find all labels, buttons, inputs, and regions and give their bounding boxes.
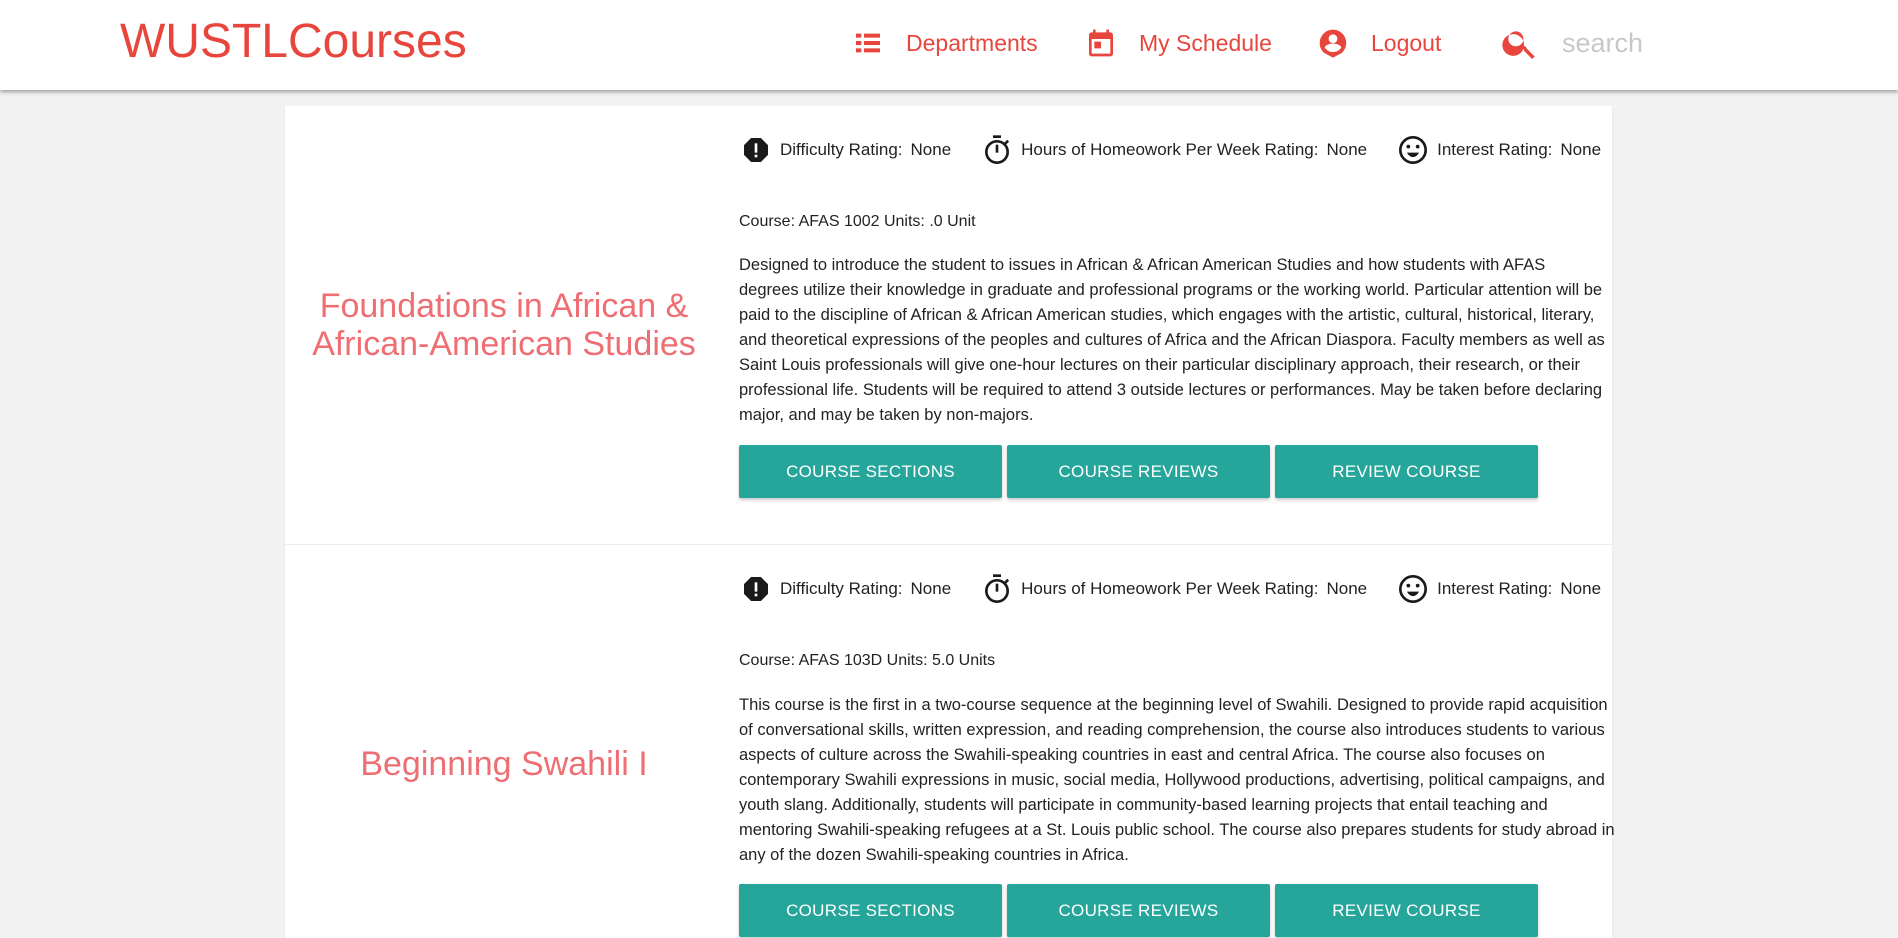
interest-value: None — [1560, 140, 1602, 159]
search-icon[interactable] — [1500, 23, 1540, 63]
interest-label: Interest Rating: — [1437, 579, 1553, 598]
difficulty-label: Difficulty Rating: — [780, 579, 903, 598]
alert-octagon-icon — [744, 577, 768, 601]
search-input[interactable] — [1562, 27, 1722, 59]
course-sections-button[interactable]: COURSE SECTIONS — [739, 445, 1002, 498]
homework-label: Hours of Homeowork Per Week Rating: — [1021, 579, 1319, 598]
ratings-row: Difficulty Rating: None Hours of Homeowo… — [740, 573, 1601, 605]
homework-label: Hours of Homeowork Per Week Rating: — [1021, 140, 1319, 159]
course-meta: Course: AFAS 103D Units: 5.0 Units — [739, 652, 996, 669]
course-description: This course is the first in a two-course… — [739, 696, 1615, 864]
review-course-button[interactable]: REVIEW COURSE — [1275, 445, 1538, 498]
course-card: Foundations in African & African-America… — [285, 106, 1612, 544]
account-circle-icon — [1319, 29, 1347, 58]
review-course-button[interactable]: REVIEW COURSE — [1275, 884, 1538, 937]
course-list: Foundations in African & African-America… — [285, 106, 1615, 938]
course-reviews-button[interactable]: COURSE REVIEWS — [1007, 884, 1270, 937]
brand-logo[interactable]: WUSTLCourses — [120, 14, 467, 70]
nav-logout-label: Logout — [1371, 29, 1442, 56]
homework-value: None — [1326, 140, 1368, 159]
alert-octagon-icon — [744, 138, 768, 162]
difficulty-label: Difficulty Rating: — [780, 140, 903, 159]
smiley-icon — [1399, 575, 1428, 603]
course-sections-button[interactable]: COURSE SECTIONS — [739, 884, 1002, 937]
nav-logout[interactable]: Logout — [1317, 22, 1441, 64]
course-meta: Course: AFAS 1002 Units: .0 Unit — [739, 213, 976, 230]
course-title-line: African-American Studies — [312, 325, 696, 363]
nav-my-schedule[interactable]: My Schedule — [1085, 22, 1272, 64]
homework-rating: Hours of Homeowork Per Week Rating: None — [981, 134, 1367, 166]
course-title-line: Foundations in African & — [319, 287, 689, 325]
interest-rating: Interest Rating: None — [1397, 573, 1601, 605]
homework-rating: Hours of Homeowork Per Week Rating: None — [981, 573, 1367, 605]
course-description: Designed to introduce the student to iss… — [739, 256, 1605, 424]
search-box — [1500, 18, 1722, 68]
course-actions: COURSE SECTIONS COURSE REVIEWS REVIEW CO… — [739, 884, 1543, 937]
ratings-row: Difficulty Rating: None Hours of Homeowo… — [740, 134, 1601, 166]
interest-value: None — [1560, 579, 1602, 598]
course-reviews-button[interactable]: COURSE REVIEWS — [1007, 445, 1270, 498]
difficulty-value: None — [910, 140, 952, 159]
view-list-icon — [856, 33, 880, 53]
smiley-icon — [1399, 136, 1428, 164]
course-title-cell: Foundations in African & African-America… — [285, 106, 723, 544]
course-actions: COURSE SECTIONS COURSE REVIEWS REVIEW CO… — [739, 445, 1543, 498]
course-title[interactable]: Foundations in African & African-America… — [312, 287, 696, 363]
course-card: Beginning Swahili I Difficulty Rating: N… — [285, 544, 1615, 938]
difficulty-value: None — [910, 579, 952, 598]
interest-label: Interest Rating: — [1437, 140, 1553, 159]
top-navbar: WUSTLCourses Departments My Schedule Log… — [0, 0, 1898, 90]
difficulty-rating: Difficulty Rating: None — [740, 573, 951, 605]
timer-icon — [985, 135, 1010, 164]
nav-departments[interactable]: Departments — [852, 22, 1038, 64]
course-title[interactable]: Beginning Swahili I — [360, 745, 647, 783]
interest-rating: Interest Rating: None — [1397, 134, 1601, 166]
course-title-cell: Beginning Swahili I — [285, 545, 723, 938]
nav-departments-label: Departments — [906, 29, 1038, 56]
difficulty-rating: Difficulty Rating: None — [740, 134, 951, 166]
homework-value: None — [1326, 579, 1368, 598]
timer-icon — [985, 574, 1010, 603]
calendar-icon — [1089, 29, 1113, 57]
nav-my-schedule-label: My Schedule — [1139, 29, 1272, 56]
